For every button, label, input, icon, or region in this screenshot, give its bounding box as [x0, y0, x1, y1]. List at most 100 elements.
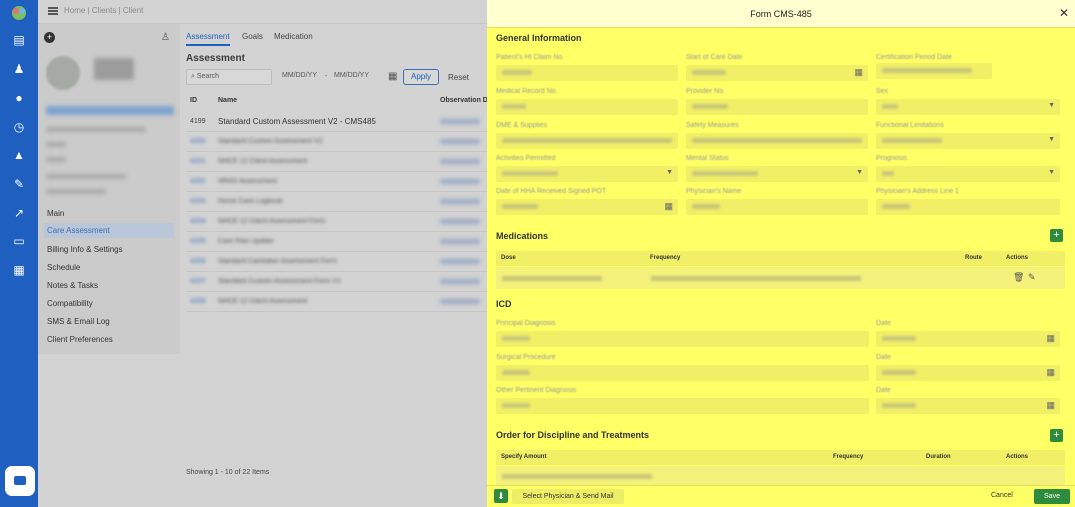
add-icon[interactable]: +	[44, 32, 55, 43]
column-header-actions: Actions	[1006, 255, 1029, 261]
client-sidebar: + ♙ Main Care Assessment Billing Info & …	[38, 24, 180, 354]
table-row[interactable]: 4208 NHCE 12 Client Assessment	[186, 292, 487, 312]
row-name: NHCE 12 Client Assessment	[218, 298, 308, 305]
order-row[interactable]	[496, 466, 1065, 485]
menu-icon[interactable]	[48, 7, 58, 15]
client-detail-line	[46, 157, 66, 162]
modal-footer: ⬇ Select Physician & Send Mail Cancel Sa…	[487, 485, 1075, 507]
table-row[interactable]: 4206 Standard Caretaker Assessment Form	[186, 252, 487, 272]
mental-status-select[interactable]: ▼	[686, 166, 868, 182]
add-medication-button[interactable]: +	[1050, 229, 1063, 242]
calendar-icon[interactable]: ▦	[388, 71, 397, 82]
table-row[interactable]: 4200 Standard Custom Assessment V2	[186, 132, 487, 152]
column-header-specify-amount: Specify Amount	[501, 454, 547, 460]
prognosis-select[interactable]: ▼	[876, 166, 1060, 182]
download-icon[interactable]: ⬇	[494, 489, 508, 503]
sidebar-item-main[interactable]: Main	[47, 209, 64, 218]
calendar-icon[interactable]: ▦	[1046, 333, 1055, 344]
tab-goals[interactable]: Goals	[242, 32, 263, 41]
tab-assessment[interactable]: Assessment	[186, 32, 230, 46]
certification-period-field[interactable]	[876, 63, 992, 79]
dashboard-icon[interactable]: ▤	[11, 33, 27, 47]
start-of-care-field[interactable]: ▦	[686, 65, 868, 81]
sidebar-item-billing[interactable]: Billing Info & Settings	[47, 245, 123, 254]
field-label: Date	[876, 387, 891, 394]
calendar-icon[interactable]: ▦	[854, 67, 863, 78]
messages-icon[interactable]: ▭	[11, 234, 27, 248]
other-diagnosis-date[interactable]: ▦	[876, 398, 1060, 414]
sidebar-item-care-assessment[interactable]: Care Assessment	[44, 223, 174, 238]
column-header-observation[interactable]: Observation D	[440, 97, 488, 104]
column-header-dose: Dose	[501, 255, 516, 261]
date-to-field[interactable]: MM/DD/YY	[330, 69, 374, 85]
row-observation	[440, 199, 480, 204]
field-label: Medical Record No.	[496, 88, 558, 95]
sex-select[interactable]: ▼	[876, 99, 1060, 115]
sidebar-item-compatibility[interactable]: Compatibility	[47, 299, 93, 308]
calendar-icon[interactable]: ▦	[1046, 400, 1055, 411]
table-row[interactable]: 4205 Care Plan Update	[186, 232, 487, 252]
hi-claim-field[interactable]	[496, 65, 678, 81]
general-info-heading: General Information	[496, 33, 582, 43]
calendar-icon[interactable]: ▦	[1046, 367, 1055, 378]
caregiver-icon[interactable]: ♟	[11, 62, 27, 76]
cancel-button[interactable]: Cancel	[991, 492, 1013, 499]
calendar-icon[interactable]: ▦	[664, 201, 673, 212]
billing-icon[interactable]: ▦	[11, 263, 27, 277]
apply-button[interactable]: Apply	[403, 69, 439, 85]
row-name: HRAS Assessment	[218, 178, 278, 185]
client-action-button[interactable]	[46, 106, 174, 115]
tasks-icon[interactable]: ✎	[11, 177, 27, 191]
other-diagnosis-field[interactable]	[496, 398, 869, 414]
table-row[interactable]: 4204 NHCE 12 Client Assessment Form	[186, 212, 487, 232]
surgical-procedure-date[interactable]: ▦	[876, 365, 1060, 381]
team-icon[interactable]: ▲	[11, 148, 27, 162]
chat-icon[interactable]	[5, 466, 35, 496]
sidebar-item-preferences[interactable]: Client Preferences	[47, 335, 113, 344]
close-icon[interactable]: ✕	[1059, 6, 1069, 20]
row-id: 4206	[190, 258, 206, 265]
medical-record-field[interactable]	[496, 99, 678, 115]
sidebar-item-sms-email[interactable]: SMS & Email Log	[47, 317, 110, 326]
activities-permitted-select[interactable]: ▼	[496, 166, 678, 182]
physician-address-field[interactable]	[876, 199, 1060, 215]
row-id: 4200	[190, 138, 206, 145]
user-settings-icon[interactable]: ♙	[161, 32, 170, 43]
delete-icon[interactable]: 🗑	[1013, 272, 1024, 283]
send-mail-button[interactable]: Select Physician & Send Mail	[512, 489, 624, 504]
column-header-duration: Duration	[926, 454, 951, 460]
reports-icon[interactable]: ↗	[11, 206, 27, 220]
table-row[interactable]: 4207 Standard Custom Assessment Form V1	[186, 272, 487, 292]
edit-icon[interactable]: ✎	[1028, 272, 1036, 283]
column-header-name[interactable]: Name	[218, 97, 237, 104]
search-input[interactable]: ⌕ Search	[186, 69, 272, 85]
hha-received-date-field[interactable]: ▦	[496, 199, 678, 215]
sidebar-item-notes[interactable]: Notes & Tasks	[47, 281, 98, 290]
reset-button[interactable]: Reset	[448, 73, 469, 82]
dme-supplies-field[interactable]	[496, 133, 678, 149]
principal-diagnosis-date[interactable]: ▦	[876, 331, 1060, 347]
table-row[interactable]: 4202 HRAS Assessment	[186, 172, 487, 192]
add-order-button[interactable]: +	[1050, 429, 1063, 442]
table-row[interactable]: 4201 NHCE 12 Client Assessment	[186, 152, 487, 172]
row-name: Standard Custom Assessment Form V1	[218, 278, 341, 285]
column-header-id[interactable]: ID	[190, 97, 197, 104]
client-icon[interactable]: ●	[11, 91, 27, 105]
date-from-field[interactable]: MM/DD/YY	[278, 69, 322, 85]
save-button[interactable]: Save	[1034, 489, 1070, 504]
table-row[interactable]: 4203 Home Care Logbook	[186, 192, 487, 212]
surgical-procedure-field[interactable]	[496, 365, 869, 381]
physician-name-field[interactable]	[686, 199, 868, 215]
safety-measures-field[interactable]	[686, 133, 868, 149]
table-row[interactable]: 4199 Standard Custom Assessment V2 - CMS…	[186, 112, 487, 132]
clock-icon[interactable]: ◷	[11, 120, 27, 134]
field-label: Patient's HI Claim No.	[496, 54, 565, 61]
provider-no-field[interactable]	[686, 99, 868, 115]
functional-limitations-select[interactable]: ▼	[876, 133, 1060, 149]
medication-row[interactable]: 🗑 ✎	[496, 267, 1065, 289]
orders-table-header: Specify Amount Frequency Duration Action…	[496, 450, 1065, 465]
sidebar-item-schedule[interactable]: Schedule	[47, 263, 80, 272]
principal-diagnosis-field[interactable]	[496, 331, 869, 347]
tab-medication[interactable]: Medication	[274, 32, 313, 41]
row-observation	[440, 279, 480, 284]
